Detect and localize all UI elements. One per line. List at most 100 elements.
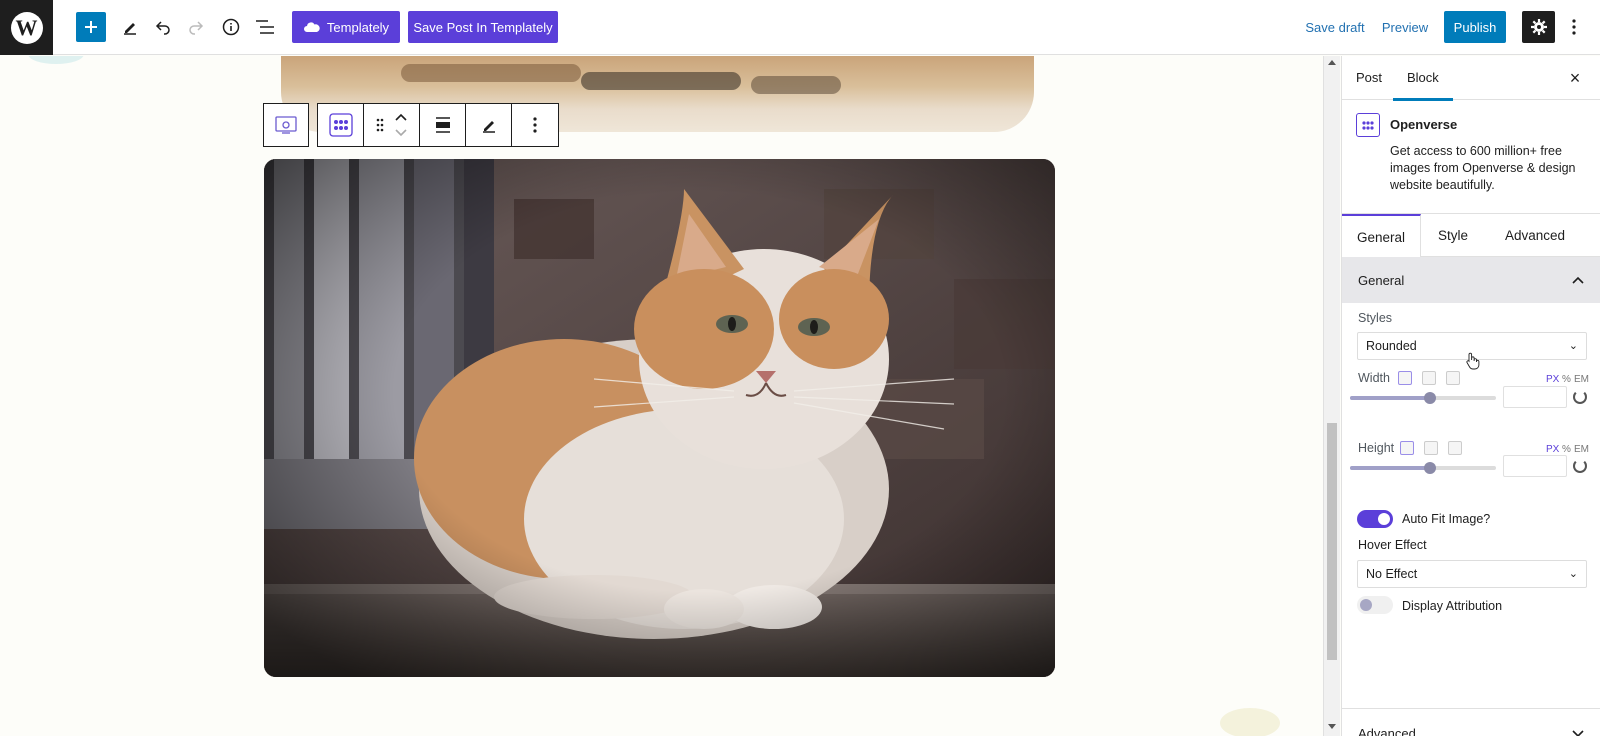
display-attribution-toggle[interactable] (1357, 596, 1393, 614)
settings-button[interactable] (1522, 11, 1555, 43)
width-input[interactable] (1503, 386, 1567, 408)
mobile-icon[interactable] (1448, 441, 1462, 455)
unit-percent[interactable]: % (1562, 374, 1571, 385)
wordpress-logo-button[interactable]: W (0, 0, 53, 55)
tab-style[interactable]: Style (1421, 214, 1485, 257)
chevron-up-icon (1572, 276, 1584, 284)
tab-block[interactable]: Block (1393, 56, 1453, 101)
tab-post[interactable]: Post (1356, 56, 1382, 100)
block-card: Openverse Get access to 600 million+ fre… (1356, 113, 1586, 213)
canvas-scrollbar[interactable] (1323, 56, 1340, 736)
auto-fit-label: Auto Fit Image? (1402, 512, 1491, 526)
align-button[interactable] (420, 104, 466, 146)
tablet-icon[interactable] (1422, 371, 1436, 385)
desktop-icon[interactable] (1398, 371, 1412, 385)
more-vertical-icon (533, 117, 537, 133)
redo-icon (189, 21, 204, 35)
editor-canvas[interactable] (0, 56, 1323, 736)
templately-cloud-icon (303, 22, 320, 32)
publish-button[interactable]: Publish (1444, 11, 1506, 43)
decorative-blob (1220, 708, 1280, 736)
height-slider-fill (1350, 466, 1431, 470)
info-icon (222, 18, 240, 36)
openverse-image-block[interactable] (264, 159, 1055, 677)
edit-button[interactable] (466, 104, 512, 146)
chevron-down-icon: ⌄ (1568, 568, 1578, 580)
styles-label: Styles (1358, 311, 1393, 325)
wordpress-icon: W (10, 11, 43, 44)
hover-effect-select[interactable]: No Effect ⌄ (1357, 560, 1587, 588)
pencil-icon (482, 121, 495, 133)
unit-em[interactable]: EM (1574, 374, 1589, 385)
image-block-icon (275, 116, 297, 134)
add-block-button[interactable] (76, 12, 106, 42)
redo-button[interactable] (181, 11, 211, 43)
block-options-button[interactable] (512, 104, 558, 146)
width-slider-handle[interactable] (1424, 392, 1437, 404)
desktop-icon[interactable] (1400, 441, 1414, 455)
tab-general[interactable]: General (1342, 214, 1421, 257)
preview-button[interactable]: Preview (1380, 11, 1430, 43)
height-input[interactable] (1503, 455, 1567, 477)
block-description: Get access to 600 million+ free images f… (1390, 144, 1576, 192)
hover-effect-label: Hover Effect (1358, 538, 1427, 552)
decorative-blob (28, 56, 84, 64)
editor-header: W Templately Save Post In Templately Sav… (0, 0, 1600, 55)
block-parent-button[interactable] (263, 103, 309, 147)
undo-icon (155, 21, 170, 35)
more-vertical-icon (1572, 19, 1576, 35)
unit-px[interactable]: PX (1546, 374, 1559, 385)
settings-sidebar: Post Block × Openverse Get access to 600… (1341, 56, 1600, 736)
styles-select-value: Rounded (1366, 339, 1417, 353)
tools-button[interactable] (115, 11, 145, 43)
chevron-down-icon (1572, 729, 1584, 736)
height-slider-handle[interactable] (1424, 462, 1437, 474)
publish-label: Publish (1453, 19, 1497, 35)
openverse-block-icon (328, 113, 353, 137)
height-label: Height (1358, 441, 1395, 455)
save-draft-button[interactable]: Save draft (1305, 11, 1365, 43)
toggle-knob (1378, 513, 1390, 525)
general-panel-title: General (1358, 272, 1405, 288)
block-type-button[interactable] (318, 104, 364, 146)
move-up-down-icon[interactable] (394, 112, 408, 138)
drag-handle-icon[interactable] (376, 118, 384, 132)
preview-label: Preview (1381, 19, 1429, 35)
general-panel-toggle[interactable]: General (1342, 257, 1600, 303)
plus-icon (85, 21, 97, 33)
unit-percent[interactable]: % (1562, 444, 1571, 455)
block-toolbar (263, 103, 559, 147)
sidebar-tabs: Post Block × (1342, 56, 1600, 101)
width-slider-fill (1350, 396, 1431, 400)
save-draft-label: Save draft (1305, 19, 1365, 35)
width-label: Width (1358, 371, 1390, 385)
scroll-down-arrow-icon[interactable] (1328, 724, 1336, 729)
gear-icon (1530, 19, 1547, 35)
scrollbar-thumb[interactable] (1327, 423, 1337, 660)
width-slider[interactable] (1350, 392, 1496, 404)
undo-button[interactable] (148, 11, 178, 43)
mouse-cursor-icon (1466, 352, 1480, 370)
tab-advanced[interactable]: Advanced (1485, 214, 1585, 257)
tablet-icon[interactable] (1424, 441, 1438, 455)
reset-icon[interactable] (1573, 390, 1587, 404)
block-mover (364, 104, 420, 146)
scroll-up-arrow-icon[interactable] (1328, 60, 1336, 65)
height-slider[interactable] (1350, 462, 1496, 474)
templately-button[interactable]: Templately (292, 11, 400, 43)
options-button[interactable] (1564, 11, 1584, 43)
advanced-panel-toggle[interactable]: Advanced (1342, 708, 1600, 736)
auto-fit-toggle[interactable] (1357, 510, 1393, 528)
advanced-panel-title: Advanced (1358, 726, 1416, 736)
details-button[interactable] (216, 11, 246, 43)
save-post-in-templately-button[interactable]: Save Post In Templately (408, 11, 558, 43)
unit-px[interactable]: PX (1546, 444, 1559, 455)
reset-icon[interactable] (1573, 459, 1587, 473)
openverse-block-icon (1356, 113, 1380, 137)
list-view-button[interactable] (250, 11, 280, 43)
hover-effect-value: No Effect (1366, 567, 1418, 581)
mobile-icon[interactable] (1446, 371, 1460, 385)
unit-em[interactable]: EM (1574, 444, 1589, 455)
block-tools-group (317, 103, 559, 147)
close-icon[interactable]: × (1566, 69, 1584, 87)
